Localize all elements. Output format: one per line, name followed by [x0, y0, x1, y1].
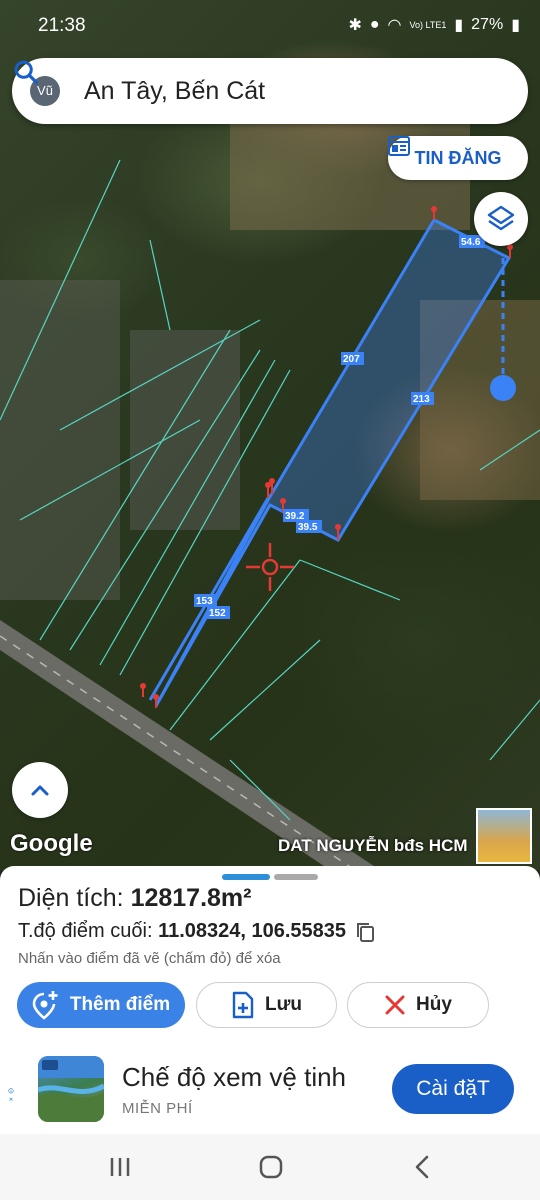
sheet-handle[interactable]: [222, 874, 270, 880]
satellite-app-icon: [38, 1056, 104, 1122]
current-point[interactable]: [490, 375, 516, 401]
add-point-button[interactable]: Thêm điểm: [17, 982, 185, 1028]
location-icon: ●: [369, 16, 380, 33]
ad-title[interactable]: Chế độ xem vệ tinh: [122, 1062, 346, 1093]
save-label: Lưu: [265, 994, 302, 1015]
ad-subtitle: MIỄN PHÍ: [122, 1100, 193, 1117]
sheet-handle-secondary[interactable]: [274, 874, 318, 880]
edge-label: 207: [343, 354, 360, 365]
crosshair-icon: [246, 543, 294, 591]
map-credit: DAT NGUYỄN bđs HCM: [278, 836, 468, 855]
edge-label: 152: [209, 608, 226, 619]
search-bar[interactable]: Vũ An Tây, Bến Cát: [12, 58, 528, 124]
village-roofs: [0, 280, 120, 600]
coord-value: 11.08324, 106.55835: [158, 920, 347, 942]
layers-button[interactable]: [474, 192, 528, 246]
copy-icon[interactable]: [354, 921, 376, 943]
building-roofs: [130, 330, 240, 530]
area-value: 12817.8m²: [130, 884, 252, 912]
coord-line: T.độ điểm cuối: 11.08324, 106.55835: [18, 920, 376, 943]
recent-apps-icon[interactable]: [100, 1152, 140, 1182]
layers-icon: [487, 205, 515, 231]
status-bar: 21:38 ✱ ● ◠ Vo) LTE1 ▮ 27% ▮: [0, 0, 540, 52]
search-icon[interactable]: [12, 58, 40, 86]
google-logo: Google: [10, 830, 93, 857]
search-input[interactable]: An Tây, Bến Cát: [84, 77, 265, 106]
chevron-up-icon: [31, 785, 49, 796]
area-line: Diện tích: 12817.8m²: [18, 884, 252, 913]
cancel-button[interactable]: Hủy: [347, 982, 489, 1028]
cancel-label: Hủy: [416, 994, 452, 1015]
system-nav-bar: [0, 1134, 540, 1200]
install-button[interactable]: Cài đặT: [392, 1064, 514, 1114]
listing-label: TIN ĐĂNG: [414, 147, 502, 168]
save-button[interactable]: Lưu: [196, 982, 337, 1028]
back-icon[interactable]: [402, 1152, 442, 1182]
status-time: 21:38: [38, 15, 86, 36]
file-add-icon: [232, 991, 254, 1019]
delete-hint: Nhấn vào điểm đã vẽ (chấm đỏ) để xóa: [18, 950, 281, 967]
satellite-map[interactable]: 54.6 207 213 39.2 39.5 153 152 21:38 ✱ ●…: [0, 0, 540, 870]
author-avatar[interactable]: [476, 808, 532, 864]
signal-icon: ▮: [454, 17, 464, 34]
volte-label: Vo) LTE1: [409, 19, 447, 30]
edge-label: 153: [196, 596, 213, 607]
app-icon[interactable]: [38, 1056, 104, 1122]
close-icon: [385, 995, 405, 1015]
bluetooth-icon: ✱: [348, 17, 362, 34]
listing-icon: [388, 136, 410, 156]
area-label: Diện tích:: [18, 884, 124, 912]
expand-up-button[interactable]: [12, 762, 68, 818]
wifi-icon: ◠: [387, 17, 402, 34]
coord-label: T.độ điểm cuối:: [18, 920, 153, 942]
map-overlay: 54.6 207 213 39.2 39.5 153 152: [0, 60, 540, 870]
home-icon[interactable]: [251, 1152, 291, 1182]
battery-text: 27%: [471, 16, 504, 33]
add-location-icon: [32, 991, 58, 1020]
add-point-label: Thêm điểm: [69, 994, 171, 1015]
ad-banner[interactable]: Chế độ xem vệ tinh MIỄN PHÍ Cài đặT: [0, 1046, 540, 1136]
battery-icon: ▮: [511, 17, 520, 34]
ad-info-icon[interactable]: [4, 1088, 18, 1102]
edge-label: 213: [413, 394, 430, 405]
listing-button[interactable]: TIN ĐĂNG: [388, 136, 528, 180]
edge-label: 39.5: [298, 522, 318, 533]
